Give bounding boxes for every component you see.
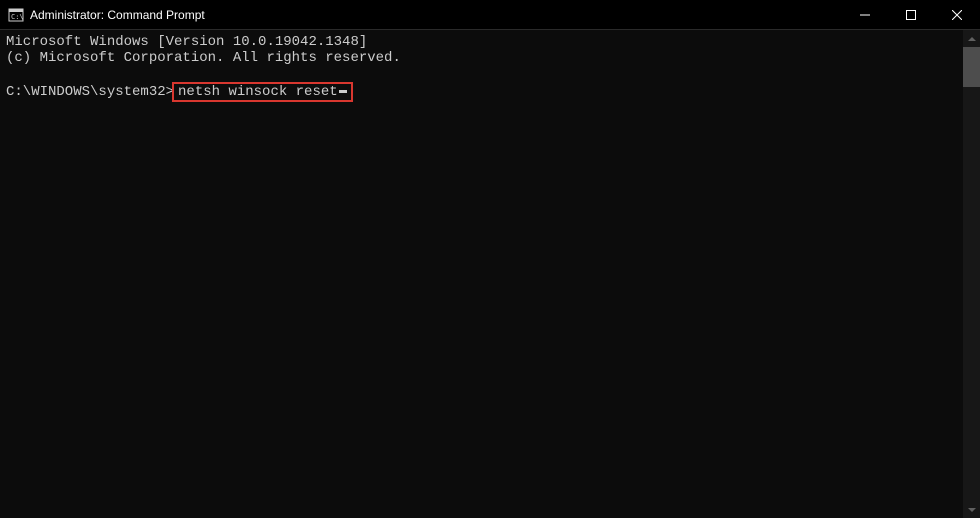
- maximize-button[interactable]: [888, 0, 934, 30]
- terminal-prompt-line: C:\WINDOWS\system32>netsh winsock reset: [6, 82, 974, 102]
- terminal-prompt: C:\WINDOWS\system32>: [6, 84, 174, 100]
- window-controls: [842, 0, 980, 29]
- minimize-button[interactable]: [842, 0, 888, 30]
- svg-text:C:\: C:\: [11, 13, 24, 21]
- close-button[interactable]: [934, 0, 980, 30]
- terminal-output[interactable]: Microsoft Windows [Version 10.0.19042.13…: [0, 30, 980, 518]
- scroll-up-arrow-icon[interactable]: [963, 30, 980, 47]
- window-titlebar: C:\ Administrator: Command Prompt: [0, 0, 980, 30]
- terminal-command: netsh winsock reset: [178, 84, 338, 100]
- titlebar-left: C:\ Administrator: Command Prompt: [8, 7, 205, 23]
- window-title: Administrator: Command Prompt: [30, 8, 205, 22]
- terminal-line: Microsoft Windows [Version 10.0.19042.13…: [6, 34, 974, 50]
- scroll-down-arrow-icon[interactable]: [963, 501, 980, 518]
- command-highlight: netsh winsock reset: [172, 82, 353, 102]
- scrollbar-thumb[interactable]: [963, 47, 980, 87]
- vertical-scrollbar[interactable]: [963, 30, 980, 518]
- terminal-line: (c) Microsoft Corporation. All rights re…: [6, 50, 974, 66]
- terminal-blank-line: [6, 66, 974, 82]
- cmd-icon: C:\: [8, 7, 24, 23]
- text-cursor: [339, 90, 347, 93]
